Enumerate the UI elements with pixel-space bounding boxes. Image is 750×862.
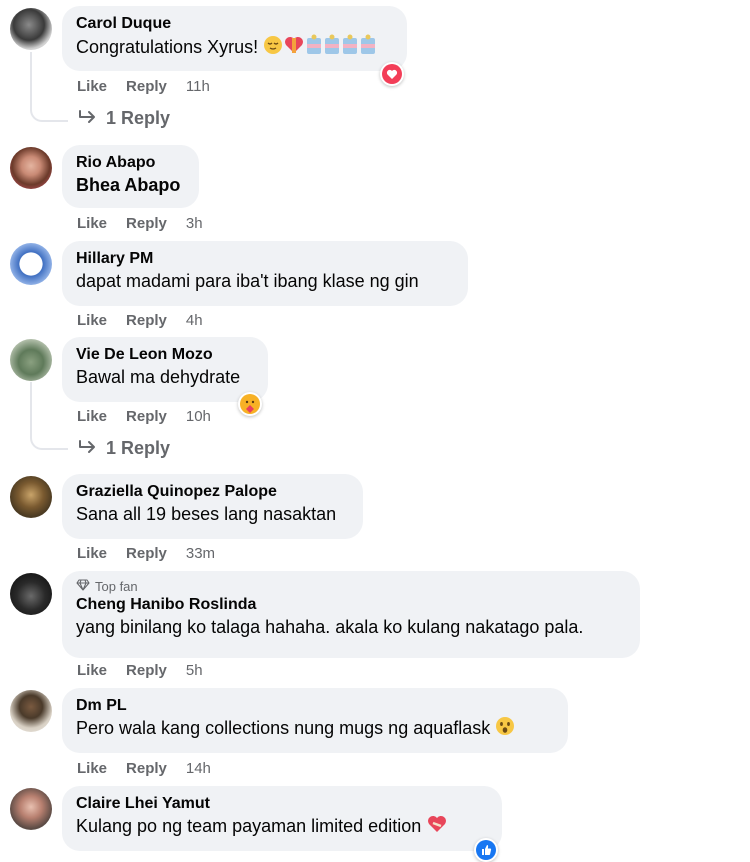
comment-text-line: Congratulations Xyrus! [76, 34, 393, 62]
comment-bubble: Graziella Quinopez Palope Sana all 19 be… [62, 474, 363, 539]
heart-with-ribbon-emoji-icon [283, 35, 305, 61]
comment-text: dapat madami para iba't ibang klase ng g… [76, 271, 419, 291]
reply-button[interactable]: Reply [126, 760, 167, 777]
comment-actions: Like Reply 33m [77, 545, 215, 562]
mending-heart-emoji-icon [426, 814, 448, 840]
avatar[interactable] [10, 690, 52, 732]
reply-thread-line [30, 52, 68, 122]
comment-author[interactable]: Dm PL [76, 696, 554, 716]
comment-text-line: Pero wala kang collections nung mugs ng … [76, 716, 554, 742]
comment-author[interactable]: Rio Abapo [76, 153, 185, 173]
like-button[interactable]: Like [77, 662, 107, 679]
reply-button[interactable]: Reply [126, 312, 167, 329]
reply-button[interactable]: Reply [126, 545, 167, 562]
comment-text: yang binilang ko talaga hahaha. akala ko… [76, 617, 584, 637]
comment-bubble: Dm PL Pero wala kang collections nung mu… [62, 688, 568, 753]
comment-actions: Like Reply 11h [77, 78, 210, 95]
comment-author[interactable]: Graziella Quinopez Palope [76, 482, 349, 502]
comment-author[interactable]: Cheng Hanibo Roslinda [76, 595, 626, 615]
reply-arrow-icon [78, 438, 98, 459]
comment-text-line: Kulang po ng team payaman limited editio… [76, 814, 488, 840]
avatar[interactable] [10, 476, 52, 518]
avatar[interactable] [10, 339, 52, 381]
comment-bubble: Rio Abapo Bhea Abapo [62, 145, 199, 208]
reply-arrow-icon [78, 108, 98, 129]
like-reaction-icon[interactable] [474, 838, 498, 862]
timestamp[interactable]: 5h [186, 662, 203, 679]
top-fan-label: Top fan [95, 579, 138, 594]
comment-text[interactable]: Bhea Abapo [76, 173, 185, 197]
care-reaction-icon[interactable] [238, 392, 262, 416]
comment-author[interactable]: Vie De Leon Mozo [76, 345, 254, 365]
comment-text: Sana all 19 beses lang nasaktan [76, 504, 337, 524]
view-replies-button[interactable]: 1 Reply [78, 438, 170, 459]
comment-text: Pero wala kang collections nung mugs ng … [76, 718, 491, 738]
open-mouth-face-emoji-icon [495, 716, 515, 742]
reply-button[interactable]: Reply [126, 215, 167, 232]
top-fan-badge: Top fan [76, 579, 626, 595]
timestamp[interactable]: 10h [186, 408, 211, 425]
like-button[interactable]: Like [77, 408, 107, 425]
like-button[interactable]: Like [77, 312, 107, 329]
comment-author[interactable]: Carol Duque [76, 14, 393, 34]
comment-text: Bawal ma dehydrate [76, 367, 241, 387]
comment-actions: Like Reply 10h [77, 408, 211, 425]
comment-bubble: Claire Lhei Yamut Kulang po ng team paya… [62, 786, 502, 851]
comment-text: Kulang po ng team payaman limited editio… [76, 816, 422, 836]
like-button[interactable]: Like [77, 215, 107, 232]
comment-actions: Like Reply 3h [77, 215, 203, 232]
comment-author[interactable]: Claire Lhei Yamut [76, 794, 488, 814]
avatar[interactable] [10, 573, 52, 615]
comment-author[interactable]: Hillary PM [76, 249, 454, 269]
timestamp[interactable]: 11h [186, 78, 210, 95]
comment-bubble: Vie De Leon Mozo Bawal ma dehydrate [62, 337, 268, 402]
avatar[interactable] [10, 788, 52, 830]
timestamp[interactable]: 33m [186, 545, 215, 562]
like-button[interactable]: Like [77, 78, 107, 95]
comment-bubble: Carol Duque Congratulations Xyrus! [62, 6, 407, 71]
reply-thread-line [30, 382, 68, 450]
view-replies-button[interactable]: 1 Reply [78, 108, 170, 129]
comment-actions: Like Reply 4h [77, 312, 203, 329]
comment-actions: Like Reply 5h [77, 662, 203, 679]
timestamp[interactable]: 14h [186, 760, 211, 777]
comment-bubble: Top fan Cheng Hanibo Roslinda yang binil… [62, 571, 640, 658]
like-button[interactable]: Like [77, 545, 107, 562]
reply-button[interactable]: Reply [126, 408, 167, 425]
diamond-icon [76, 579, 90, 595]
reply-button[interactable]: Reply [126, 78, 167, 95]
replies-count: 1 Reply [106, 108, 171, 128]
avatar[interactable] [10, 8, 52, 50]
comment-text: Congratulations Xyrus! [76, 36, 259, 57]
timestamp[interactable]: 3h [186, 215, 203, 232]
sparkles-emoji-icon [305, 34, 379, 62]
relieved-face-emoji-icon [263, 35, 283, 61]
love-reaction-icon[interactable] [380, 62, 404, 86]
like-button[interactable]: Like [77, 760, 107, 777]
comment-bubble: Hillary PM dapat madami para iba't ibang… [62, 241, 468, 306]
avatar[interactable] [10, 147, 52, 189]
comment-actions: Like Reply 14h [77, 760, 211, 777]
reply-button[interactable]: Reply [126, 662, 167, 679]
replies-count: 1 Reply [106, 438, 171, 458]
timestamp[interactable]: 4h [186, 312, 203, 329]
avatar[interactable] [10, 243, 52, 285]
